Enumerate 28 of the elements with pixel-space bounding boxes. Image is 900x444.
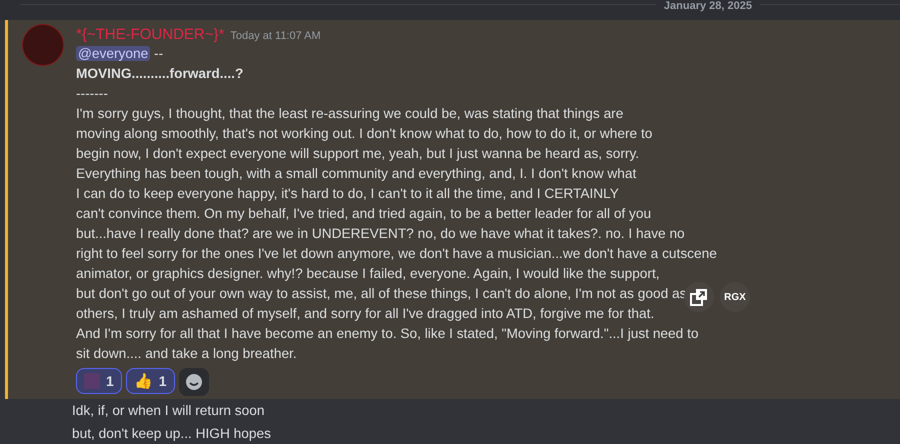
reaction-button[interactable]: 1 [76, 368, 122, 394]
message-text: Idk, if, or when I will return soon [72, 403, 264, 418]
message-text: but, don't keep up... HIGH hopes [72, 426, 271, 441]
message-text: I'm sorry guys, I thought, that the least re-assuring we could be, was stating that things are [76, 106, 624, 121]
message-text: moving along smoothly, that's not working out. I don't know what to do, how to do it, or where to [76, 126, 652, 141]
smiley-icon [184, 373, 203, 391]
message-text: others, I truly am ashamed of myself, and sorry for all I've dragged into ATD, forgive me for that. [76, 306, 654, 321]
message-text: animator, or graphics designer. why!? because I failed, everyone. Again, I would like the support, [76, 266, 660, 281]
date-divider: January 28, 2025 [662, 0, 753, 13]
message-heading: MOVING..........forward....? [76, 66, 244, 81]
message-text: right to feel sorry for the ones I've let down anymore, we don't have a musician...we don't have a cutscene [76, 246, 717, 261]
message-text: And I'm sorry for all that I have become an enemy to. So, like I stated, "Moving forward."...I just need to [76, 326, 698, 341]
add-reaction-button[interactable] [178, 368, 209, 396]
message-text: Everything has been tough, with a small community and everything, and, I. I don't know what [76, 166, 636, 181]
message-text: I can do to keep everyone happy, it's hard to do, I can't to it all the time, and I CERTAINLY [76, 186, 619, 201]
rgx-button[interactable]: RGX [720, 282, 750, 312]
message-text: begin now, I don't expect everyone will support me, yeah, but I just wanna be heard as, sorry. [76, 146, 640, 161]
timestamp: Today at 11:07 AM [230, 30, 321, 42]
popout-icon [690, 288, 708, 306]
popout-button[interactable] [684, 282, 714, 312]
reaction-image [84, 373, 100, 389]
mention[interactable]: @everyone [76, 46, 150, 61]
message-text: -- [153, 46, 164, 61]
message-text: ------- [76, 86, 108, 101]
message-text: but...have I really done that? are we in UNDEREVENT? no, do we have what it takes?. no. I have no [76, 226, 685, 241]
message-text: sit down.... and take a long breather. [76, 346, 297, 361]
message-text: can't convince them. On my behalf, I've tried, and tried again, to be a better leader for all of you [76, 206, 652, 221]
reaction-button[interactable]: 👍 1 [126, 368, 175, 394]
